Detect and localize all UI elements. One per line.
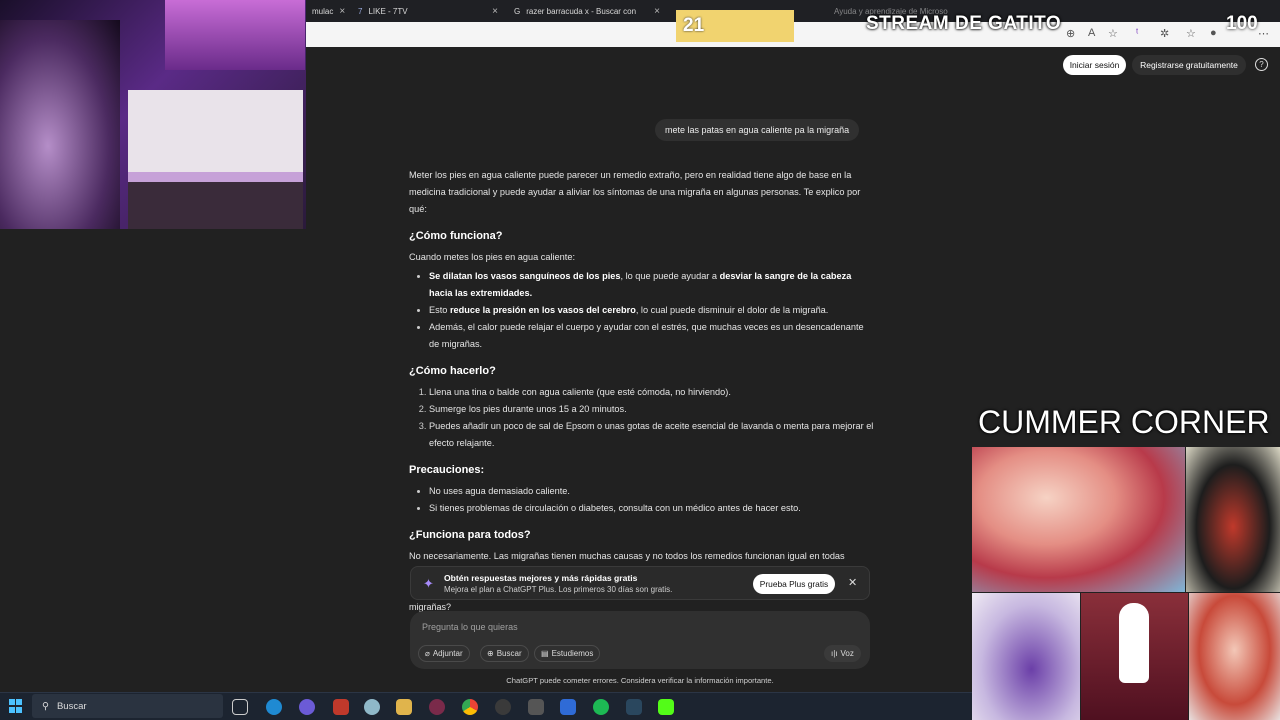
plus-upsell-banner: ✦ Obtén respuestas mejores y más rápidas… [410, 566, 870, 600]
list-item: Llena una tina o balde con agua caliente… [429, 384, 874, 401]
twitch-extension-icon[interactable]: ᵗ [1136, 27, 1138, 39]
close-icon[interactable]: × [654, 6, 660, 17]
signup-button[interactable]: Registrarse gratuitamente [1132, 55, 1246, 75]
answer-intro: Meter los pies en agua caliente puede pa… [409, 170, 861, 214]
voice-button[interactable]: ı|ı Voz [824, 645, 861, 662]
upsell-title: Obtén respuestas mejores y más rápidas g… [444, 573, 638, 583]
tab-label: razer barracuda x - Buscar con Go [526, 6, 637, 16]
bullet-list: No uses agua demasiado caliente. Si tien… [409, 483, 874, 517]
answer-paragraph: No necesariamente. Las migrañas tienen m… [409, 551, 845, 561]
edge-icon[interactable] [266, 699, 282, 715]
list-item: Puedes añadir un poco de sal de Epsom o … [429, 418, 874, 452]
spotify-icon[interactable] [593, 699, 609, 715]
section-heading: ¿Cómo funciona? [409, 230, 503, 242]
steam-icon[interactable] [626, 699, 642, 715]
read-aloud-icon[interactable]: A [1088, 27, 1095, 39]
artwork-figure [1119, 603, 1149, 683]
globe-icon: ⊕ [487, 649, 494, 658]
close-icon[interactable]: × [339, 6, 345, 17]
windows-start-icon[interactable] [9, 699, 23, 713]
overlay-artwork [1186, 447, 1280, 592]
collections-icon[interactable]: ☆ [1186, 27, 1196, 40]
try-plus-button[interactable]: Prueba Plus gratis [753, 574, 835, 594]
disclaimer: ChatGPT puede cometer errores. Considera… [506, 676, 774, 685]
book-icon: ▤ [541, 649, 549, 658]
overlay-artwork [972, 593, 1080, 720]
tab-label: mulac [312, 6, 334, 16]
corner-title: CUMMER CORNER [978, 404, 1270, 440]
prompt-input[interactable]: Pregunta lo que quieras [422, 622, 518, 632]
message-composer[interactable]: Pregunta lo que quieras ⌀ Adjuntar ⊕ Bus… [410, 611, 870, 669]
google-icon: G [514, 6, 521, 16]
attach-button[interactable]: ⌀ Adjuntar [418, 645, 470, 662]
kick-icon[interactable] [658, 699, 674, 715]
taskbar-search-label: Buscar [56, 700, 87, 712]
list-item: Si tienes problemas de circulación o dia… [429, 500, 874, 517]
menu-icon[interactable]: ⋯ [1258, 27, 1269, 40]
close-icon[interactable]: × [492, 6, 498, 17]
browser-tab[interactable]: 7 LIKE - 7TV × [352, 0, 504, 22]
attach-label: Adjuntar [432, 649, 463, 658]
overlay-artwork [1189, 593, 1280, 720]
list-item: No uses agua demasiado caliente. [429, 483, 874, 500]
seventv-icon: 7 [358, 6, 363, 16]
overlay-artwork [972, 447, 1185, 592]
app-icon[interactable] [364, 699, 380, 715]
study-button[interactable]: ▤ Estudiemos [534, 645, 601, 662]
app-icon[interactable] [333, 699, 349, 715]
profile-icon[interactable]: ● [1210, 27, 1217, 39]
login-button[interactable]: Iniciar sesión [1063, 55, 1126, 75]
bullet-list: Se dilatan los vasos sanguíneos de los p… [409, 268, 874, 353]
counter-right: 100 [1226, 13, 1258, 34]
overlay-artwork [1081, 593, 1188, 720]
webcam-feed [0, 0, 306, 229]
folder-icon[interactable] [396, 699, 412, 715]
upsell-subtitle: Mejora el plan a ChatGPT Plus. Los prime… [444, 585, 673, 594]
browser-tab[interactable]: G razer barracuda x - Buscar con Go × [508, 0, 666, 22]
assistant-answer: Meter los pies en agua caliente puede pa… [409, 167, 874, 573]
steps-list: Llena una tina o balde con agua caliente… [409, 384, 874, 452]
taskbar-search[interactable]: ⚲ Buscar [32, 694, 223, 718]
search-label: Buscar [496, 649, 522, 658]
chrome-icon[interactable] [462, 699, 478, 715]
stream-title: STREAM DE GATITO [866, 13, 1062, 34]
lock-icon[interactable]: ⊕ [1066, 27, 1075, 40]
waveform-icon: ı|ı [831, 649, 838, 658]
study-label: Estudiemos [551, 649, 594, 658]
section-heading: Precauciones: [409, 464, 485, 476]
webcam-shelf [128, 172, 303, 182]
webcam-person [0, 20, 120, 229]
section-lead: Cuando metes los pies en agua caliente: [409, 252, 575, 262]
tab-label: LIKE - 7TV [368, 6, 408, 16]
search-button[interactable]: ⊕ Buscar [480, 645, 529, 662]
app-icon[interactable] [560, 699, 576, 715]
user-message: mete las patas en agua caliente pa la mi… [655, 119, 860, 141]
extensions-icon[interactable]: ✲ [1160, 27, 1169, 40]
app-icon[interactable] [429, 699, 445, 715]
search-icon: ⚲ [42, 700, 49, 712]
app-icon[interactable] [528, 699, 544, 715]
list-item: Sumerge los pies durante unos 15 a 20 mi… [429, 401, 874, 418]
help-icon[interactable]: ? [1255, 58, 1268, 71]
paperclip-icon: ⌀ [425, 649, 430, 658]
list-item: Además, el calor puede relajar el cuerpo… [429, 319, 874, 353]
close-icon[interactable]: ✕ [848, 576, 857, 589]
task-view-icon[interactable] [232, 699, 248, 715]
list-item: Se dilatan los vasos sanguíneos de los p… [429, 268, 874, 302]
voice-label: Voz [840, 649, 854, 658]
section-heading: ¿Funciona para todos? [409, 529, 531, 541]
favorite-icon[interactable]: ☆ [1108, 27, 1118, 40]
counter-left: 21 [676, 10, 794, 42]
webcam-lamp [165, 0, 305, 70]
section-heading: ¿Cómo hacerlo? [409, 365, 496, 377]
sparkle-icon: ✦ [423, 576, 434, 591]
app-icon[interactable] [299, 699, 315, 715]
webcam-desk [128, 182, 303, 229]
browser-tab[interactable]: mulac × [306, 0, 345, 22]
list-item: Esto reduce la presión en los vasos del … [429, 302, 874, 319]
app-icon[interactable] [495, 699, 511, 715]
